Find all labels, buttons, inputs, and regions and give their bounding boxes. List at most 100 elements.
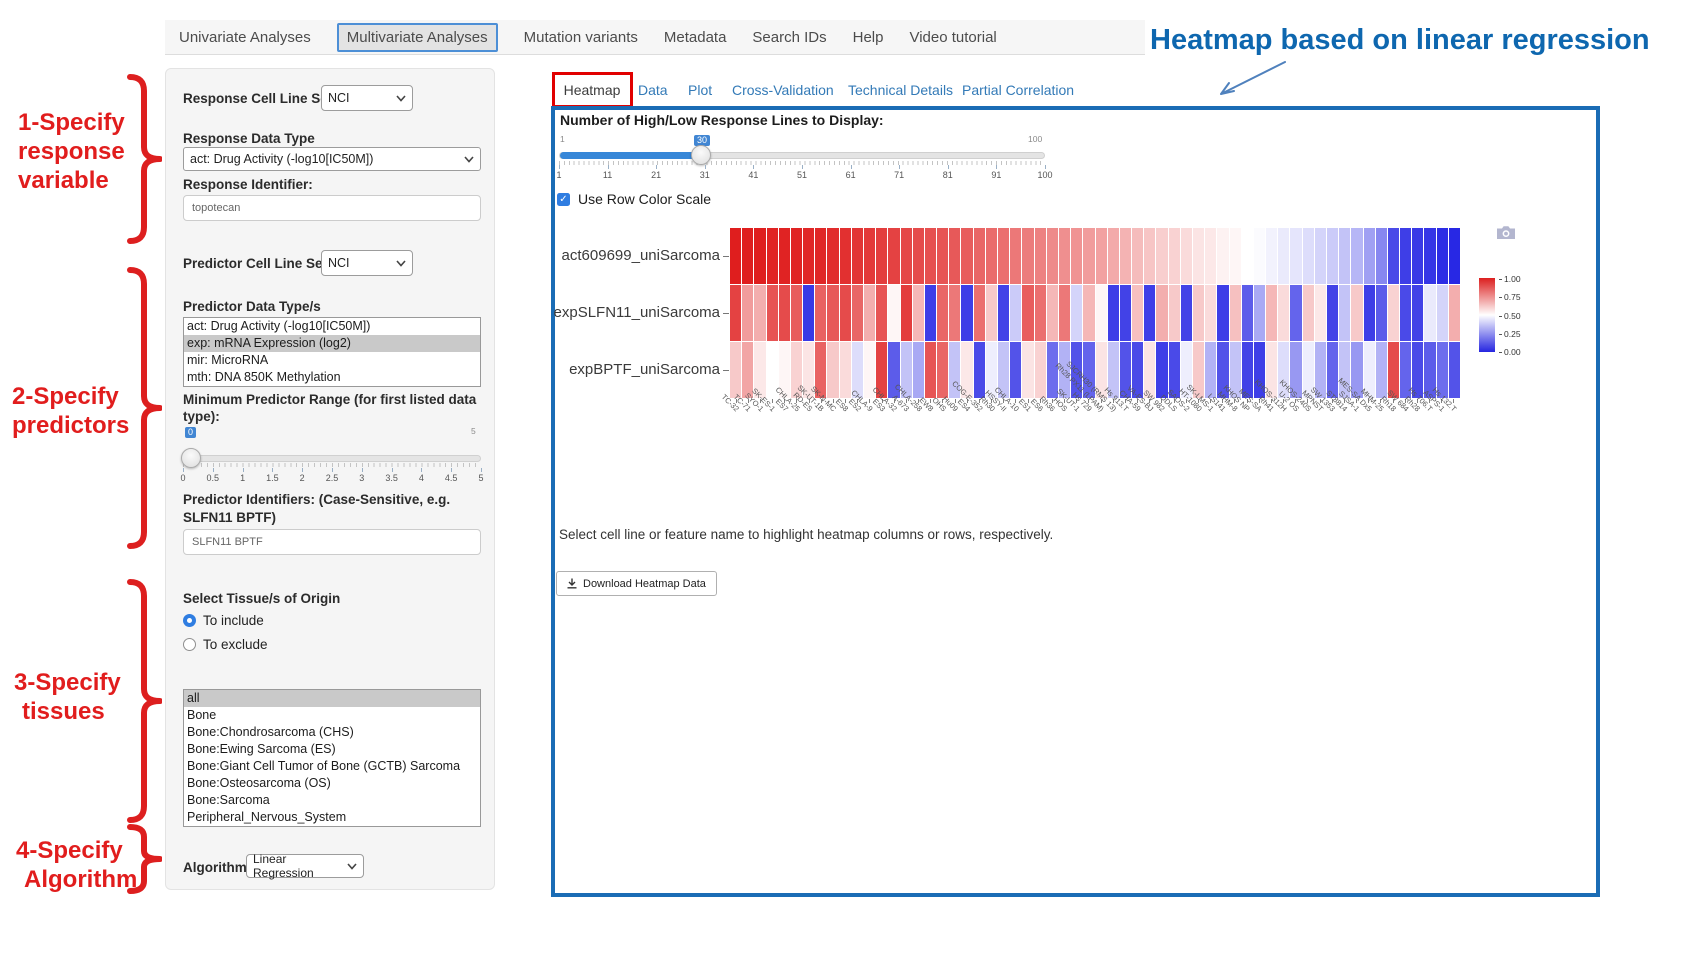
listbox-option[interactable]: Bone:Chondrosarcoma (CHS) bbox=[184, 724, 480, 741]
heatmap-cell[interactable] bbox=[1181, 228, 1192, 284]
heatmap-cell[interactable] bbox=[1351, 228, 1362, 284]
heatmap-cell[interactable] bbox=[1303, 285, 1314, 341]
heatmap-cell[interactable] bbox=[852, 228, 863, 284]
heatmap-cell[interactable] bbox=[1096, 285, 1107, 341]
nav-mutation-variants[interactable]: Mutation variants bbox=[524, 29, 638, 46]
listbox-option[interactable]: mir: MicroRNA bbox=[184, 352, 480, 369]
heatmap-cell[interactable] bbox=[1108, 228, 1119, 284]
heatmap-row-label[interactable]: expSLFN11_uniSarcoma bbox=[500, 304, 720, 321]
heatmap-cell[interactable] bbox=[1035, 228, 1046, 284]
heatmap-cell[interactable] bbox=[1254, 228, 1265, 284]
heatmap-cell[interactable] bbox=[925, 228, 936, 284]
heatmap-cell[interactable] bbox=[1047, 285, 1058, 341]
heatmap-cell[interactable] bbox=[901, 228, 912, 284]
heatmap-cell[interactable] bbox=[1132, 285, 1143, 341]
heatmap-cell[interactable] bbox=[1376, 285, 1387, 341]
heatmap-cell[interactable] bbox=[1217, 228, 1228, 284]
response-cell-line-set-select[interactable]: NCI bbox=[321, 85, 413, 111]
heatmap-cell[interactable] bbox=[1205, 342, 1216, 398]
response-identifier-input[interactable]: topotecan bbox=[183, 195, 481, 221]
heatmap-cell[interactable] bbox=[888, 285, 899, 341]
heatmap-cell[interactable] bbox=[1120, 228, 1131, 284]
listbox-option[interactable]: mth: DNA 850K Methylation bbox=[184, 369, 480, 386]
heatmap-cell[interactable] bbox=[730, 342, 741, 398]
heatmap-cell[interactable] bbox=[1205, 285, 1216, 341]
heatmap-cell[interactable] bbox=[864, 228, 875, 284]
heatmap-cell[interactable] bbox=[961, 228, 972, 284]
nav-metadata[interactable]: Metadata bbox=[664, 29, 727, 46]
heatmap-cell[interactable] bbox=[1059, 228, 1070, 284]
heatmap-row-label[interactable]: expBPTF_uniSarcoma bbox=[500, 361, 720, 378]
heatmap-cell[interactable] bbox=[1315, 228, 1326, 284]
heatmap-cell[interactable] bbox=[1388, 285, 1399, 341]
camera-icon[interactable] bbox=[1496, 225, 1516, 240]
heatmap-cell[interactable] bbox=[937, 228, 948, 284]
heatmap-cell[interactable] bbox=[1400, 285, 1411, 341]
heatmap-cell[interactable] bbox=[937, 342, 948, 398]
listbox-option[interactable]: exp: mRNA Expression (log2) bbox=[184, 335, 480, 352]
heatmap-cell[interactable] bbox=[1022, 342, 1033, 398]
heatmap-cell[interactable] bbox=[1242, 285, 1253, 341]
heatmap-cell[interactable] bbox=[998, 285, 1009, 341]
tab-technical-details[interactable]: Technical Details bbox=[848, 82, 953, 98]
heatmap-cell[interactable] bbox=[1230, 228, 1241, 284]
heatmap-cell[interactable] bbox=[827, 342, 838, 398]
response-lines-slider-handle[interactable] bbox=[691, 145, 711, 165]
heatmap-cell[interactable] bbox=[974, 342, 985, 398]
heatmap-cell[interactable] bbox=[852, 285, 863, 341]
heatmap-cell[interactable] bbox=[1071, 285, 1082, 341]
heatmap-cell[interactable] bbox=[1376, 228, 1387, 284]
heatmap-cell[interactable] bbox=[791, 285, 802, 341]
heatmap-cell[interactable] bbox=[1412, 285, 1423, 341]
heatmap-cell[interactable] bbox=[1364, 285, 1375, 341]
heatmap-cell[interactable] bbox=[1144, 285, 1155, 341]
tissue-include-radio[interactable]: To include bbox=[183, 613, 264, 628]
heatmap-cell[interactable] bbox=[1169, 228, 1180, 284]
heatmap-cell[interactable] bbox=[913, 285, 924, 341]
predictor-cell-line-set-select[interactable]: NCI bbox=[321, 250, 413, 276]
heatmap-cell[interactable] bbox=[1437, 285, 1448, 341]
heatmap-cell[interactable] bbox=[1315, 285, 1326, 341]
heatmap-cell[interactable] bbox=[937, 285, 948, 341]
listbox-option[interactable]: act: Drug Activity (-log10[IC50M]) bbox=[184, 318, 480, 335]
algorithm-select[interactable]: Linear Regression bbox=[246, 854, 364, 878]
heatmap-cell[interactable] bbox=[998, 228, 1009, 284]
heatmap-cell[interactable] bbox=[730, 285, 741, 341]
heatmap-cell[interactable] bbox=[840, 228, 851, 284]
heatmap-cell[interactable] bbox=[779, 228, 790, 284]
heatmap-cell[interactable] bbox=[1035, 342, 1046, 398]
heatmap-cell[interactable] bbox=[1242, 228, 1253, 284]
heatmap-cell[interactable] bbox=[1424, 228, 1435, 284]
heatmap-cell[interactable] bbox=[742, 285, 753, 341]
heatmap-cell[interactable] bbox=[1449, 228, 1460, 284]
heatmap-cell[interactable] bbox=[1278, 285, 1289, 341]
heatmap-cell[interactable] bbox=[1364, 228, 1375, 284]
heatmap-cell[interactable] bbox=[827, 285, 838, 341]
heatmap-cell[interactable] bbox=[949, 285, 960, 341]
heatmap-cell[interactable] bbox=[864, 285, 875, 341]
heatmap-cell[interactable] bbox=[1230, 285, 1241, 341]
tissue-exclude-radio[interactable]: To exclude bbox=[183, 637, 268, 652]
tab-data[interactable]: Data bbox=[638, 82, 668, 98]
heatmap-cell[interactable] bbox=[1278, 228, 1289, 284]
download-heatmap-data-button[interactable]: Download Heatmap Data bbox=[556, 571, 717, 596]
heatmap-cell[interactable] bbox=[1266, 228, 1277, 284]
heatmap-cell[interactable] bbox=[986, 228, 997, 284]
heatmap-row-label[interactable]: act609699_uniSarcoma bbox=[500, 247, 720, 264]
tab-plot[interactable]: Plot bbox=[688, 82, 712, 98]
listbox-option[interactable]: Bone bbox=[184, 707, 480, 724]
nav-help[interactable]: Help bbox=[853, 29, 884, 46]
heatmap-cell[interactable] bbox=[815, 228, 826, 284]
heatmap-cell[interactable] bbox=[1035, 285, 1046, 341]
heatmap-cell[interactable] bbox=[986, 285, 997, 341]
heatmap-cell[interactable] bbox=[730, 228, 741, 284]
heatmap-cell[interactable] bbox=[1400, 228, 1411, 284]
heatmap-cell[interactable] bbox=[974, 285, 985, 341]
heatmap-cell[interactable] bbox=[815, 285, 826, 341]
nav-video-tutorial[interactable]: Video tutorial bbox=[909, 29, 996, 46]
heatmap-cell[interactable] bbox=[1181, 285, 1192, 341]
heatmap-cell[interactable] bbox=[1193, 228, 1204, 284]
heatmap-cell[interactable] bbox=[1156, 228, 1167, 284]
heatmap-cell[interactable] bbox=[767, 228, 778, 284]
nav-univariate-analyses[interactable]: Univariate Analyses bbox=[179, 29, 311, 46]
